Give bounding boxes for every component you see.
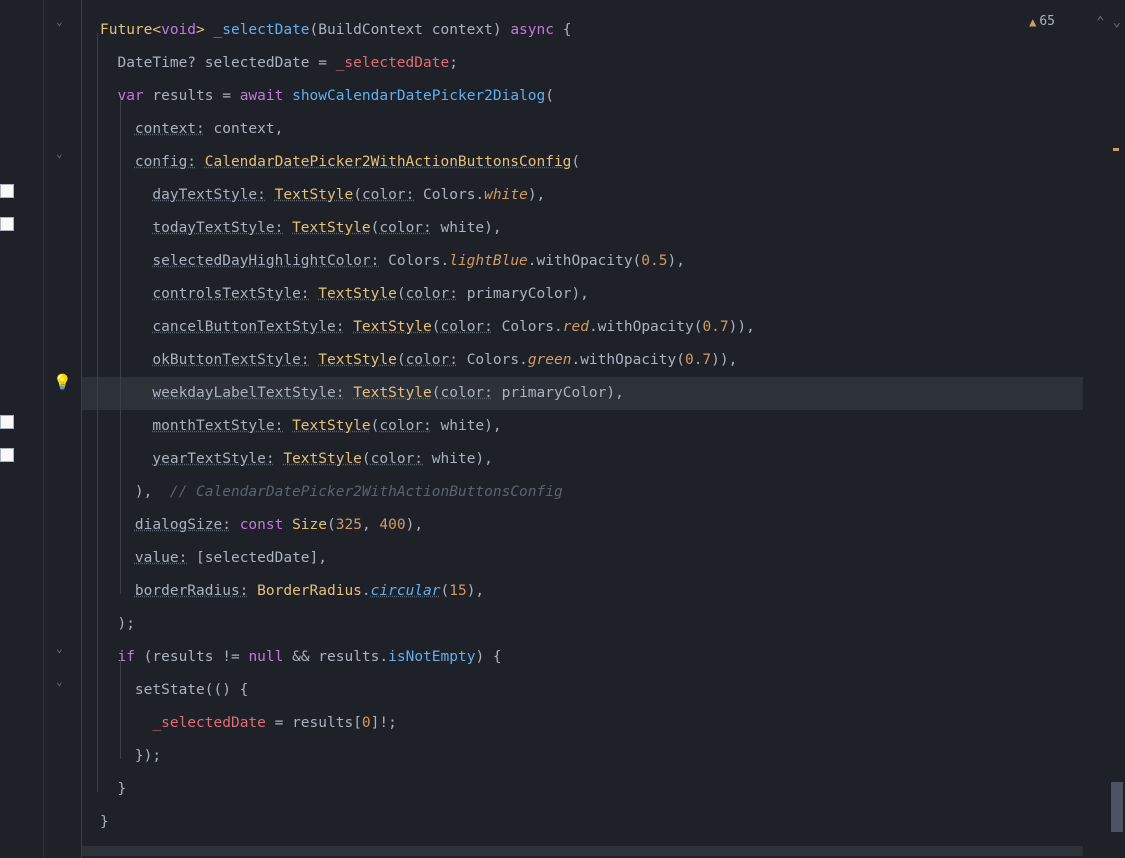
indent-guide — [97, 33, 98, 792]
code-line[interactable]: borderRadius: BorderRadius.circular(15), — [100, 575, 1083, 608]
code-editor: ⌄ ⌄ ⌄ ⌄ 💡 Future<void> _selectDate(Build… — [0, 0, 1125, 858]
breakpoint-marker[interactable] — [0, 448, 14, 462]
breakpoint-gutter[interactable] — [0, 0, 44, 858]
code-line[interactable]: yearTextStyle: TextStyle(color: white), — [100, 443, 1083, 476]
code-line-active[interactable]: weekdayLabelTextStyle: TextStyle(color: … — [82, 377, 1083, 410]
warning-count-badge[interactable]: ▲ 65 — [1029, 14, 1055, 29]
code-line[interactable]: controlsTextStyle: TextStyle(color: prim… — [100, 278, 1083, 311]
minimap-warning-mark — [1113, 148, 1119, 151]
fold-chevron-icon[interactable]: ⌄ — [56, 642, 63, 655]
breakpoint-marker[interactable] — [0, 415, 14, 429]
vertical-scrollbar[interactable] — [1109, 0, 1123, 858]
code-line[interactable]: var results = await showCalendarDatePick… — [100, 80, 1083, 113]
code-line[interactable]: DateTime? selectedDate = _selectedDate; — [100, 47, 1083, 80]
code-line[interactable]: ); — [100, 608, 1083, 641]
fold-chevron-icon[interactable]: ⌄ — [56, 675, 63, 688]
code-line[interactable]: dialogSize: const Size(325, 400), — [100, 509, 1083, 542]
code-line[interactable]: config: CalendarDatePicker2WithActionBut… — [100, 146, 1083, 179]
code-line[interactable]: cancelButtonTextStyle: TextStyle(color: … — [100, 311, 1083, 344]
indent-guide — [120, 660, 121, 759]
warning-icon: ▲ — [1029, 15, 1036, 29]
breakpoint-marker[interactable] — [0, 217, 14, 231]
code-line[interactable]: selectedDayHighlightColor: Colors.lightB… — [100, 245, 1083, 278]
code-line[interactable]: _selectedDate = results[0]!; — [100, 707, 1083, 740]
code-line[interactable]: okButtonTextStyle: TextStyle(color: Colo… — [100, 344, 1083, 377]
code-line[interactable]: ), // CalendarDatePicker2WithActionButto… — [100, 476, 1083, 509]
code-line[interactable]: monthTextStyle: TextStyle(color: white), — [100, 410, 1083, 443]
prev-issue-icon[interactable]: ⌃ — [1096, 14, 1104, 30]
code-line[interactable]: Future<void> _selectDate(BuildContext co… — [100, 14, 1083, 47]
lightbulb-icon[interactable]: 💡 — [53, 373, 72, 391]
warning-count-text: 65 — [1039, 14, 1055, 29]
code-line[interactable]: context: context, — [100, 113, 1083, 146]
fold-chevron-icon[interactable]: ⌄ — [56, 15, 63, 28]
code-line[interactable]: }); — [100, 740, 1083, 773]
breakpoint-marker[interactable] — [0, 184, 14, 198]
indent-guide — [120, 99, 121, 594]
fold-chevron-icon[interactable]: ⌄ — [56, 147, 63, 160]
right-panel: ⌃ ⌄ — [1083, 0, 1125, 858]
code-line[interactable]: todayTextStyle: TextStyle(color: white), — [100, 212, 1083, 245]
scrollbar-thumb[interactable] — [1111, 782, 1123, 832]
code-line[interactable]: if (results != null && results.isNotEmpt… — [100, 641, 1083, 674]
code-line[interactable]: setState(() { — [100, 674, 1083, 707]
code-line[interactable]: } — [100, 806, 1083, 839]
code-line[interactable]: } — [100, 773, 1083, 806]
code-line[interactable]: dayTextStyle: TextStyle(color: Colors.wh… — [100, 179, 1083, 212]
code-line[interactable]: value: [selectedDate], — [100, 542, 1083, 575]
code-content[interactable]: Future<void> _selectDate(BuildContext co… — [82, 0, 1083, 858]
fold-gutter[interactable]: ⌄ ⌄ ⌄ ⌄ — [44, 0, 82, 858]
horizontal-scrollbar[interactable] — [82, 846, 1083, 856]
